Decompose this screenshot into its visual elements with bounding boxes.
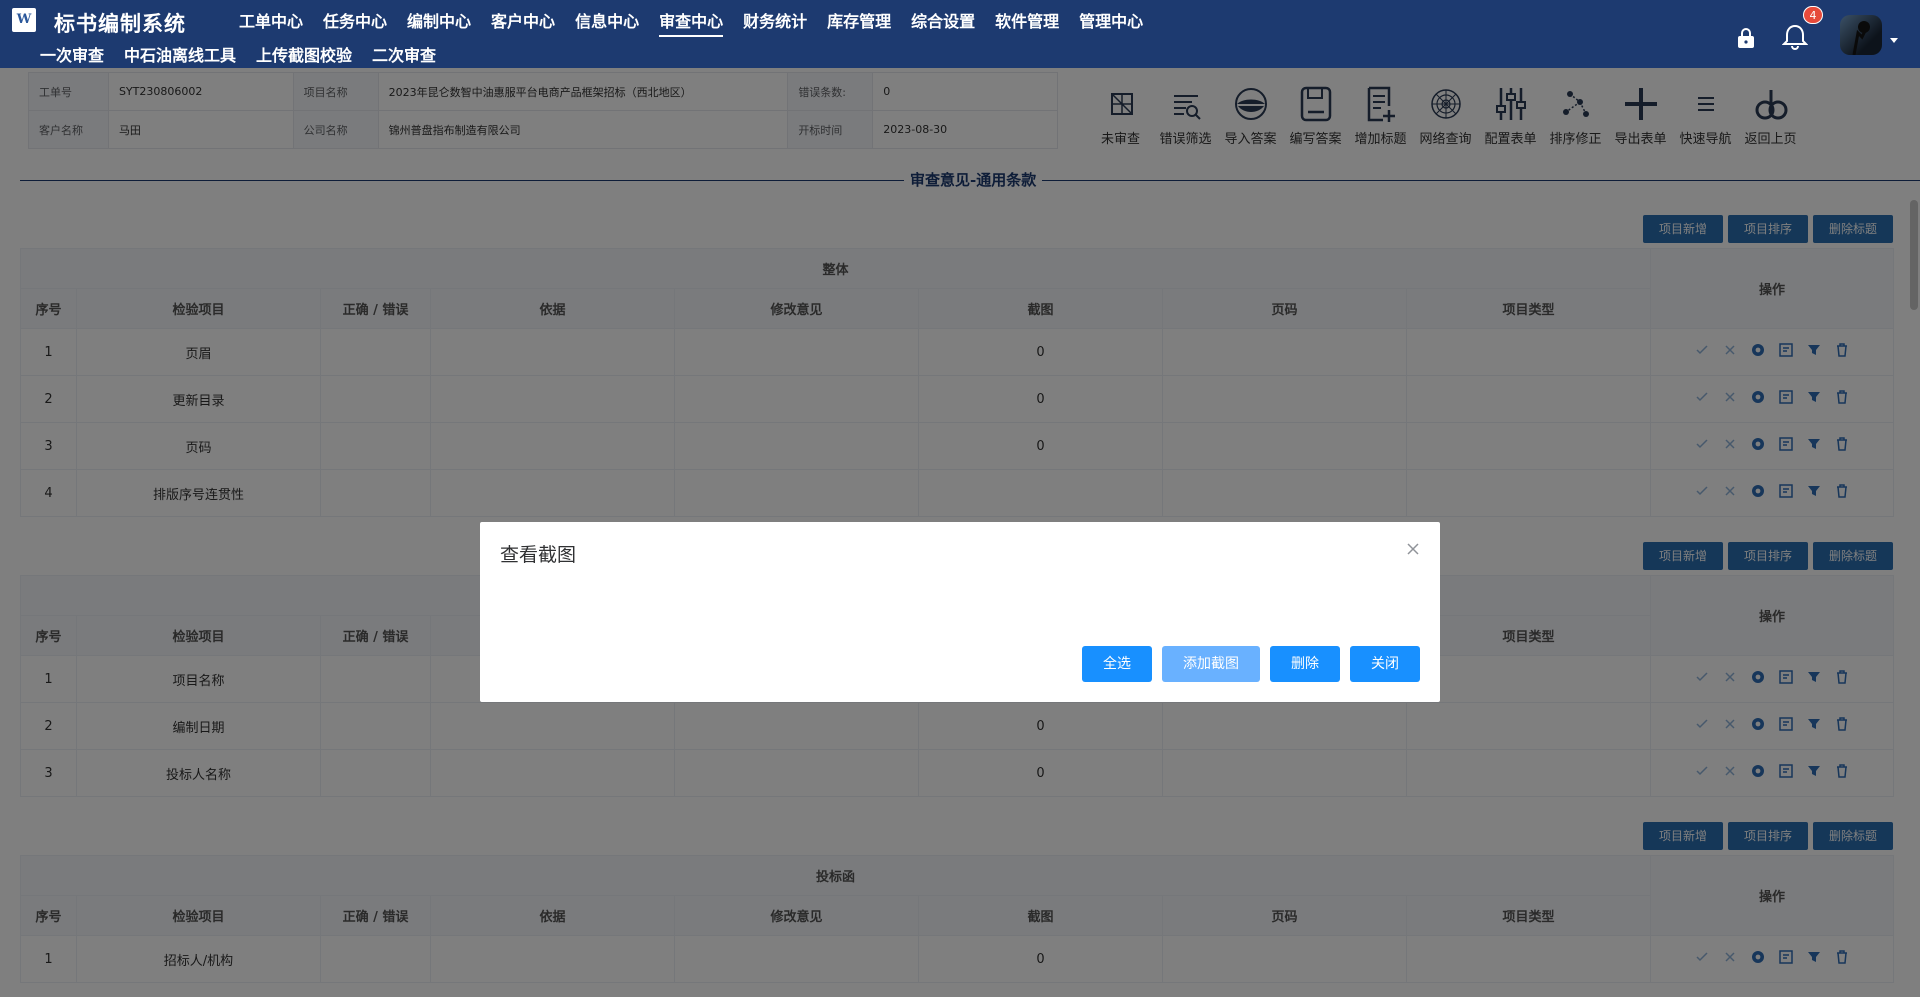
nav-item[interactable]: 审查中心	[659, 8, 724, 37]
main-nav: 工单中心 任务中心 编制中心 客户中心 信息中心 审查中心 财务统计 库存管理 综合设置 软件管理…	[239, 8, 1163, 37]
nav-item[interactable]: 库存管理	[827, 8, 891, 37]
dialog-title: 查看截图	[500, 544, 577, 566]
nav-item[interactable]: 编制中心	[407, 8, 471, 37]
word-logo-icon: W	[12, 8, 36, 32]
nav-item[interactable]: 信息中心	[575, 8, 639, 37]
nav-item[interactable]: 客户中心	[491, 8, 555, 37]
modal-overlay: 查看截图 全选 添加截图 删除 关闭	[0, 68, 1920, 997]
nav-item[interactable]: 财务统计	[743, 8, 807, 37]
nav-item[interactable]: 综合设置	[911, 8, 975, 37]
close-button[interactable]: 关闭	[1350, 646, 1420, 682]
select-all-button[interactable]: 全选	[1082, 646, 1152, 682]
dialog-actions: 全选 添加截图 删除 关闭	[1082, 646, 1430, 682]
nav-item[interactable]: 任务中心	[323, 8, 387, 37]
lock-icon[interactable]	[1735, 27, 1757, 49]
close-icon[interactable]	[1405, 541, 1421, 557]
top-navbar: W 标书编制系统 工单中心 任务中心 编制中心 客户中心 信息中心 审查中心 财务统计 库存管…	[0, 0, 1920, 70]
chevron-down-icon[interactable]	[1890, 38, 1898, 43]
nav-item[interactable]: 软件管理	[995, 8, 1059, 37]
subnav-item[interactable]: 一次审查	[40, 42, 105, 70]
avatar[interactable]	[1840, 15, 1882, 55]
bell-icon[interactable]	[1782, 23, 1808, 51]
subnav-item[interactable]: 二次审查	[372, 42, 436, 70]
delete-button[interactable]: 删除	[1270, 646, 1340, 682]
notification-badge: 4	[1803, 6, 1823, 24]
subnav-item[interactable]: 中石油离线工具	[124, 42, 236, 70]
add-screenshot-button[interactable]: 添加截图	[1162, 646, 1260, 682]
sub-nav: 一次审查 中石油离线工具 上传截图校验 二次审查	[40, 42, 456, 70]
subnav-item[interactable]: 上传截图校验	[256, 42, 352, 70]
nav-item[interactable]: 管理中心	[1079, 8, 1143, 37]
nav-item[interactable]: 工单中心	[239, 8, 303, 37]
view-screenshot-dialog: 查看截图 全选 添加截图 删除 关闭	[480, 522, 1440, 702]
app-title: 标书编制系统	[54, 11, 186, 36]
